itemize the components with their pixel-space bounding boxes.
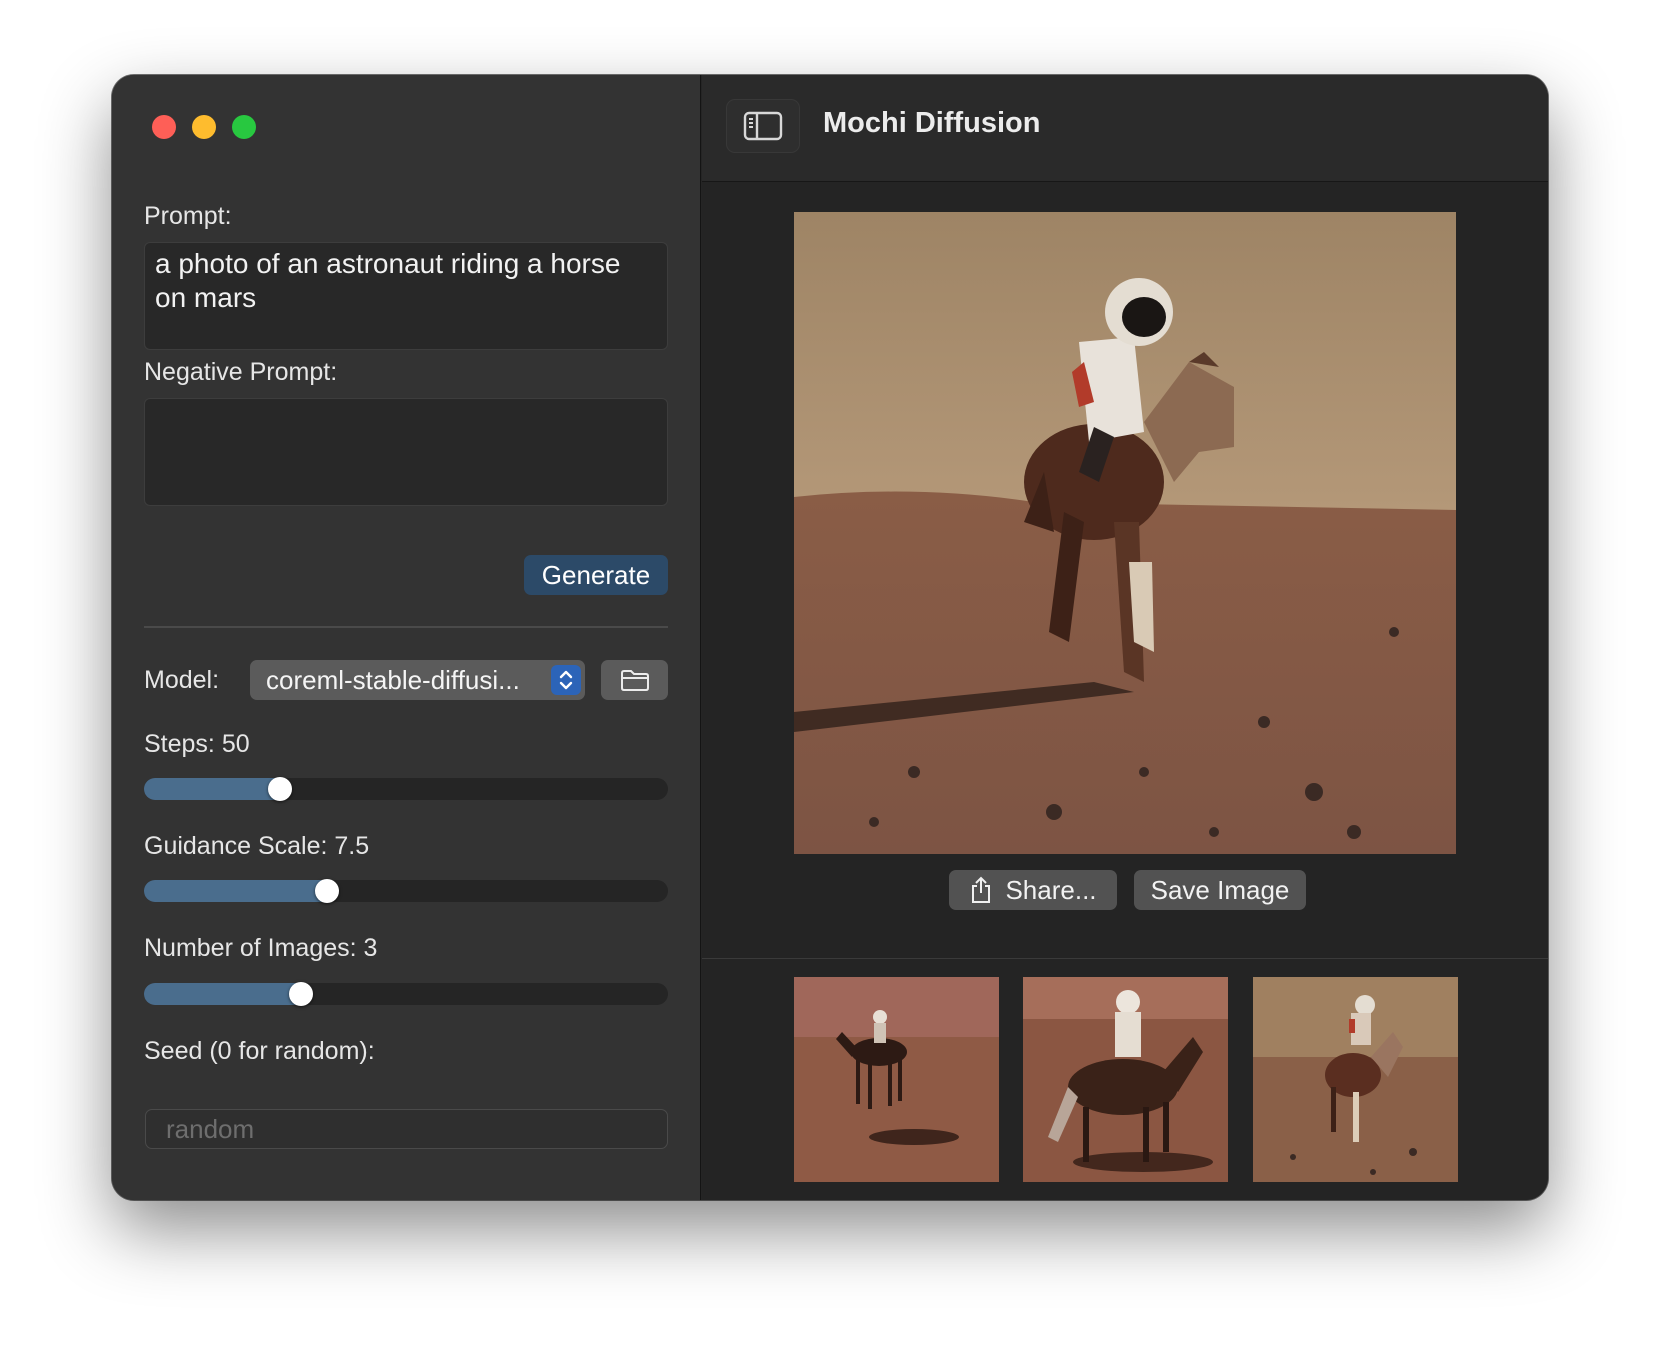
minimize-button[interactable] xyxy=(192,115,216,139)
main-pane: Mochi Diffusion Share... Save Image xyxy=(702,75,1548,1200)
guidance-label: Guidance Scale: 7.5 xyxy=(144,832,370,860)
steps-label: Steps: 50 xyxy=(144,730,250,758)
sidebar: Prompt: a photo of an astronaut riding a… xyxy=(112,75,701,1200)
select-arrows-icon xyxy=(551,665,581,695)
close-button[interactable] xyxy=(152,115,176,139)
steps-slider-thumb[interactable] xyxy=(268,777,293,801)
steps-slider-fill xyxy=(144,778,281,800)
sidebar-divider xyxy=(144,626,668,628)
toolbar: Mochi Diffusion xyxy=(702,75,1548,182)
guidance-slider-thumb[interactable] xyxy=(315,879,340,903)
folder-icon xyxy=(620,670,649,691)
images-count-slider-thumb[interactable] xyxy=(289,982,314,1006)
negative-prompt-input[interactable] xyxy=(144,398,668,506)
thumbnail-1[interactable] xyxy=(794,977,999,1182)
share-label: Share... xyxy=(1005,874,1097,905)
model-select-value: coreml-stable-diffusi... xyxy=(266,665,520,695)
images-count-label: Number of Images: 3 xyxy=(144,934,378,962)
prompt-input[interactable]: a photo of an astronaut riding a horse o… xyxy=(144,242,668,350)
steps-slider[interactable] xyxy=(144,777,668,801)
guidance-slider[interactable] xyxy=(144,879,668,903)
guidance-slider-fill xyxy=(144,880,328,902)
sidebar-toggle-icon xyxy=(743,111,783,141)
model-label: Model: xyxy=(144,666,220,694)
window-controls xyxy=(152,115,256,139)
open-folder-button[interactable] xyxy=(601,660,668,700)
thumbnail-2[interactable] xyxy=(1023,977,1228,1182)
model-select[interactable]: coreml-stable-diffusi... xyxy=(250,660,585,700)
images-count-slider-fill xyxy=(144,983,302,1005)
images-count-slider[interactable] xyxy=(144,982,668,1006)
save-image-label: Save Image xyxy=(1150,874,1290,905)
app-title: Mochi Diffusion xyxy=(823,107,1041,139)
prompt-label: Prompt: xyxy=(144,202,232,230)
zoom-button[interactable] xyxy=(232,115,256,139)
share-icon xyxy=(972,876,991,903)
generate-button[interactable]: Generate xyxy=(524,555,668,595)
generated-image[interactable] xyxy=(794,212,1456,854)
gallery-divider xyxy=(702,958,1548,959)
seed-input[interactable]: random xyxy=(145,1109,668,1149)
sidebar-toggle-button[interactable] xyxy=(726,99,800,153)
negative-prompt-label: Negative Prompt: xyxy=(144,358,338,386)
seed-label: Seed (0 for random): xyxy=(144,1037,375,1065)
share-button[interactable]: Share... xyxy=(949,870,1117,910)
thumbnail-3[interactable] xyxy=(1253,977,1458,1182)
save-image-button[interactable]: Save Image xyxy=(1134,870,1306,910)
app-window: Prompt: a photo of an astronaut riding a… xyxy=(112,75,1548,1200)
